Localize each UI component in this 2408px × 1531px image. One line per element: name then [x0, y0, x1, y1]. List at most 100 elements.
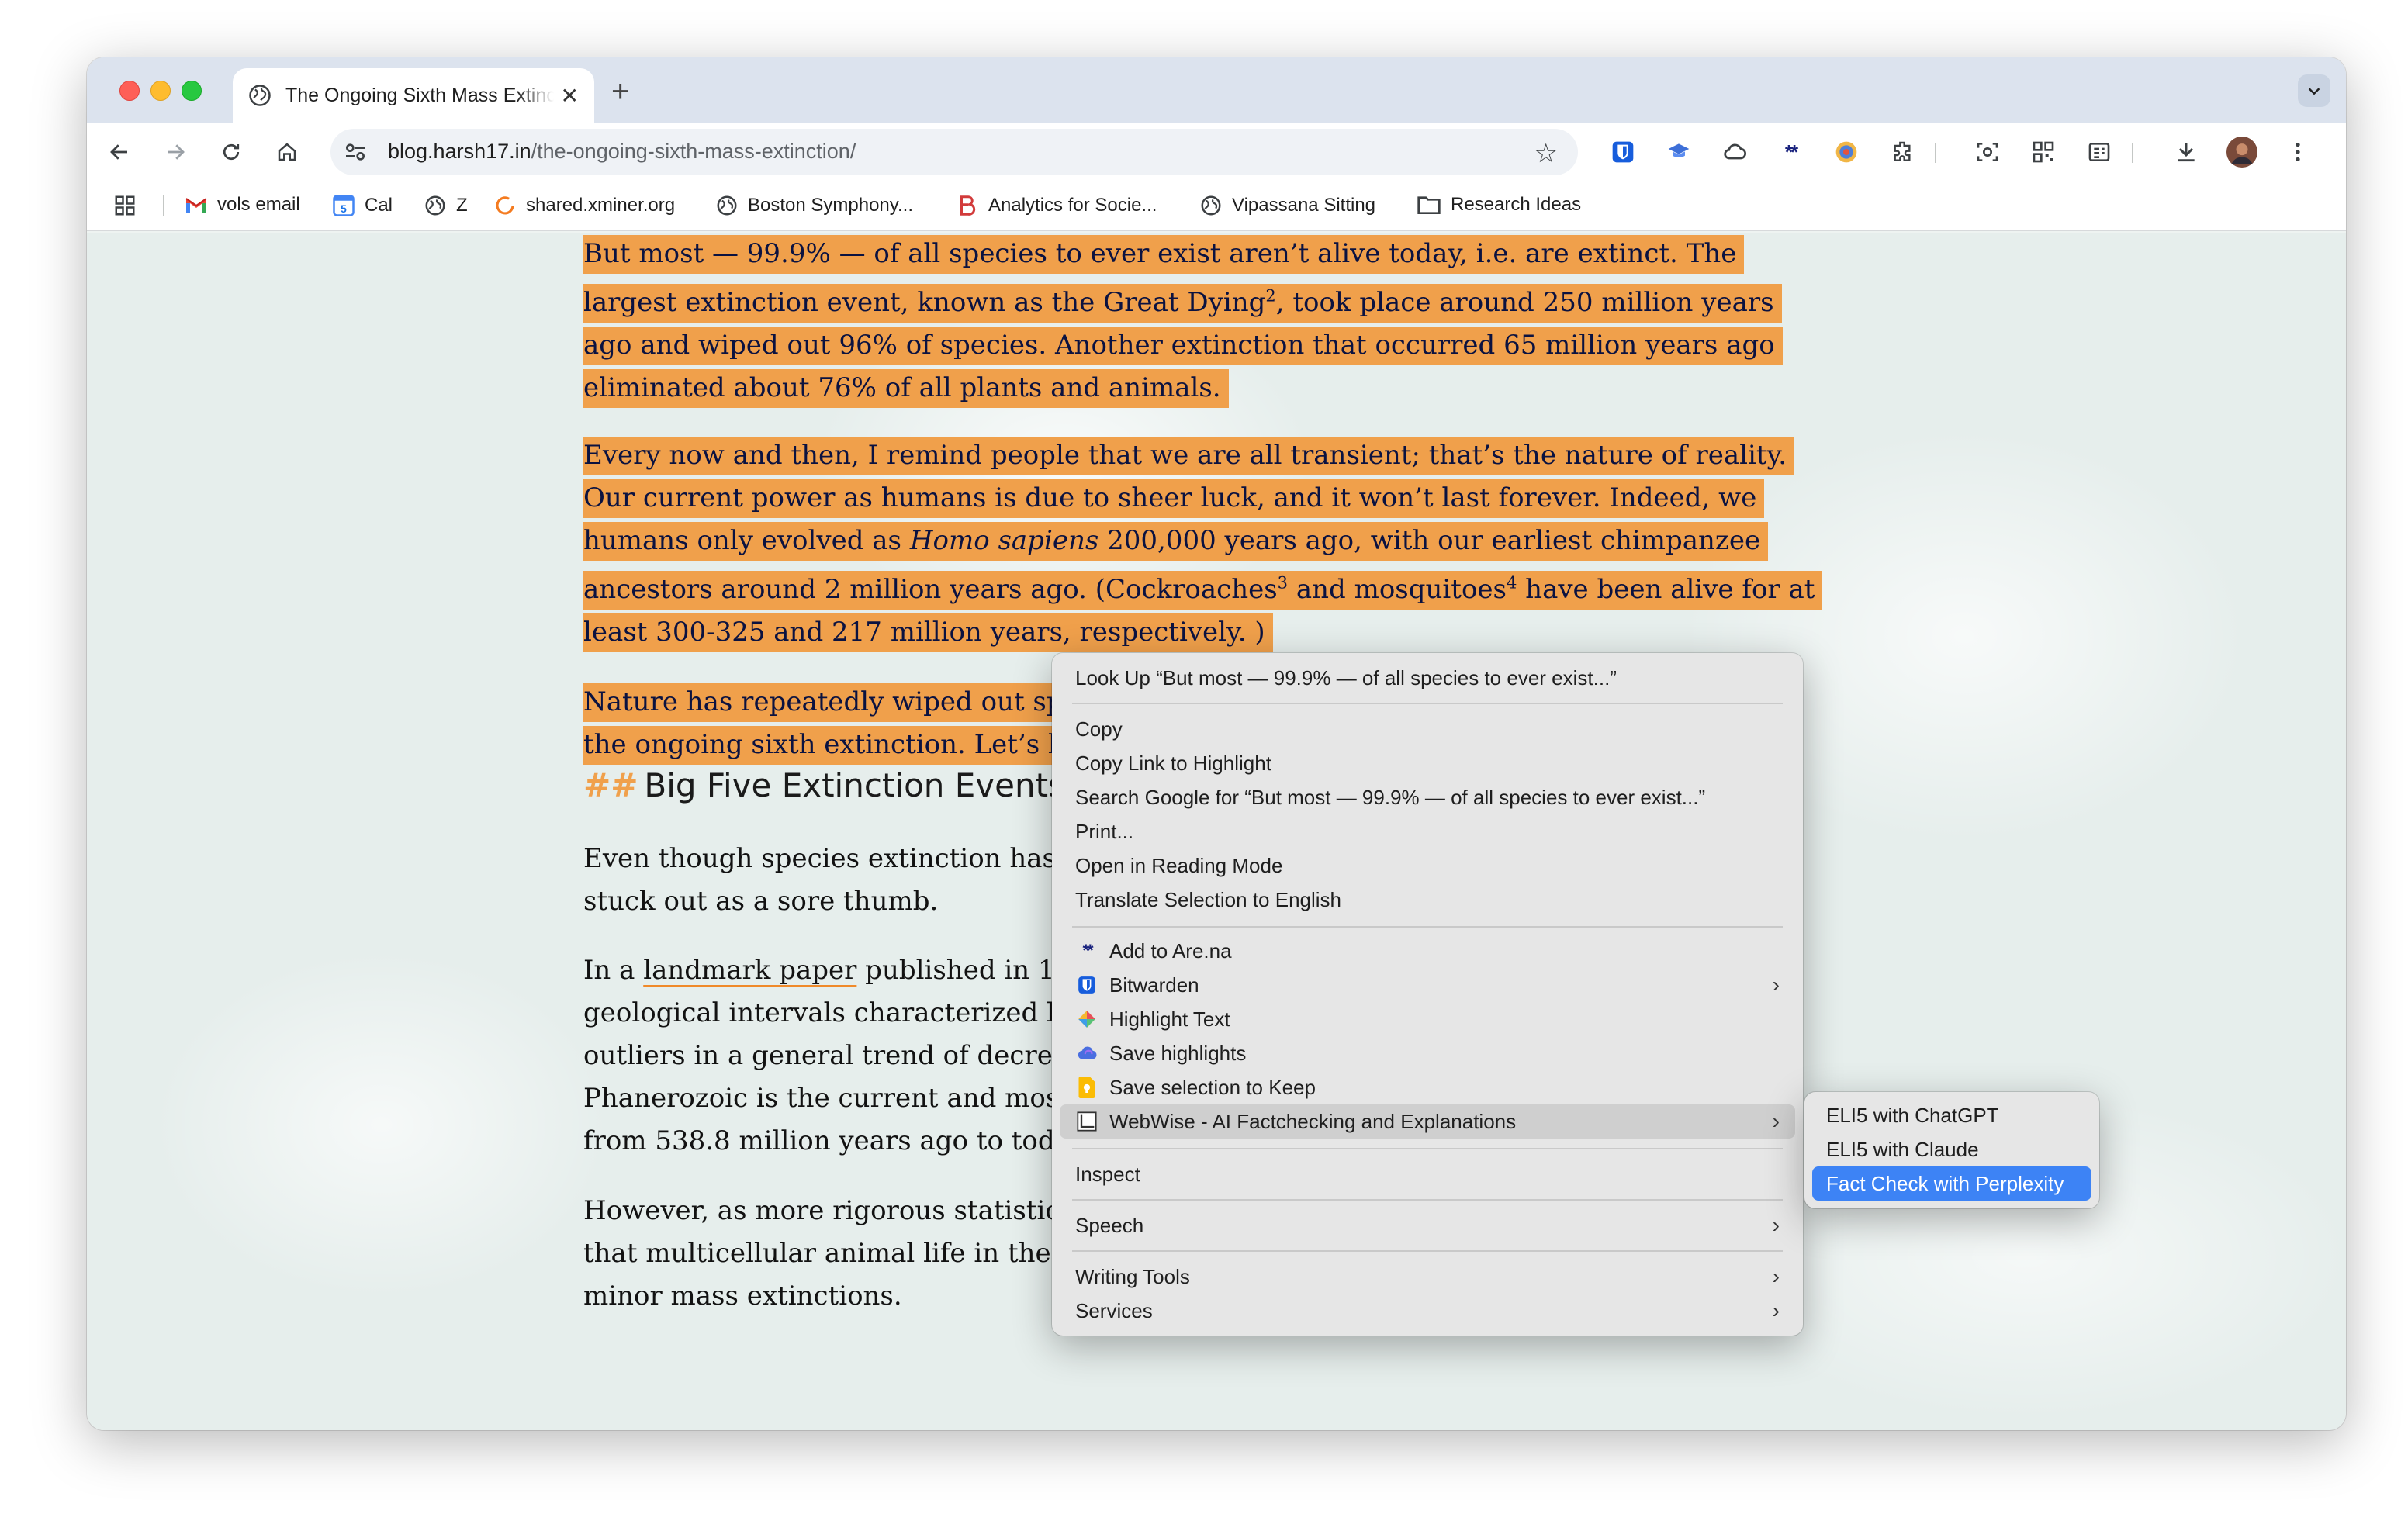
- back-button[interactable]: [101, 133, 138, 171]
- submenu-eli5-chatgpt[interactable]: ELI5 with ChatGPT: [1812, 1098, 2091, 1132]
- bookmarks-bar: vols email 5 Cal Z shared.xminer.org Bos…: [87, 181, 2346, 231]
- cloud-icon: [1075, 1042, 1098, 1065]
- address-bar[interactable]: blog.harsh17.in/the-ongoing-sixth-mass-e…: [330, 129, 1578, 175]
- menu-add-to-arena[interactable]: ** Add to Are.na: [1060, 934, 1795, 968]
- tab-close-icon[interactable]: ✕: [561, 83, 579, 109]
- menu-webwise[interactable]: WebWise - AI Factchecking and Explanatio…: [1060, 1104, 1795, 1139]
- tab-strip: The Ongoing Sixth Mass Extinction ✕ +: [87, 57, 2346, 123]
- qr-code-icon[interactable]: [2025, 133, 2062, 171]
- site-info-icon[interactable]: [343, 140, 368, 164]
- zoom-window-button[interactable]: [182, 81, 202, 101]
- bookmark-vipassana[interactable]: Vipassana Sitting: [1199, 194, 1375, 217]
- bookmark-label: Vipassana Sitting: [1232, 195, 1376, 216]
- selected-text: But most — 99.9% — of all species to eve…: [583, 235, 1783, 409]
- bookmark-label: Cal: [365, 195, 393, 216]
- paragraph-great-dying[interactable]: But most — 99.9% — of all species to eve…: [583, 233, 1825, 410]
- gmail-icon: [185, 195, 208, 214]
- menu-speech[interactable]: Speech ›: [1060, 1208, 1795, 1242]
- bookmark-vols-email[interactable]: vols email: [185, 194, 300, 216]
- globe-extension-icon[interactable]: [1828, 133, 1865, 171]
- menu-bitwarden[interactable]: Bitwarden ›: [1060, 968, 1795, 1002]
- chevron-right-icon: ›: [1772, 1264, 1780, 1288]
- cloud-extension-icon[interactable]: [1716, 133, 1753, 171]
- menu-save-to-keep[interactable]: Save selection to Keep: [1060, 1070, 1795, 1104]
- bookmark-label: vols email: [217, 194, 300, 215]
- menu-highlight-text[interactable]: Highlight Text: [1060, 1002, 1795, 1036]
- bookmark-cal[interactable]: 5 Cal: [332, 194, 393, 217]
- reading-list-icon[interactable]: [2081, 133, 2118, 171]
- menu-copy-link-to-highlight[interactable]: Copy Link to Highlight: [1060, 746, 1795, 780]
- bookmark-folder-research-ideas[interactable]: Research Ideas: [1417, 194, 1581, 216]
- footnote-ref-3[interactable]: 3: [1278, 574, 1288, 593]
- tab-active[interactable]: The Ongoing Sixth Mass Extinction ✕: [233, 68, 594, 123]
- calendar-icon: 5: [332, 194, 355, 217]
- menu-open-reading-mode[interactable]: Open in Reading Mode: [1060, 848, 1795, 883]
- bookmarks-divider: [163, 195, 164, 216]
- bookmark-label: Boston Symphony...: [748, 195, 913, 216]
- menu-look-up[interactable]: Look Up “But most — 99.9% — of all speci…: [1060, 661, 1795, 695]
- keep-icon: [1075, 1076, 1098, 1099]
- folder-icon: [1417, 194, 1441, 216]
- home-button[interactable]: [268, 133, 306, 171]
- url-path: /the-ongoing-sixth-mass-extinction/: [531, 140, 856, 163]
- spinner-icon: [493, 194, 517, 217]
- bitwarden-extension-icon[interactable]: [1604, 133, 1642, 171]
- context-menu: Look Up “But most — 99.9% — of all speci…: [1052, 653, 1803, 1336]
- section-heading: ## Big Five Extinction Events: [583, 766, 1065, 804]
- footnote-ref-2[interactable]: 2: [1265, 287, 1275, 306]
- menu-separator: [1072, 1148, 1783, 1149]
- profile-avatar[interactable]: [2223, 133, 2261, 171]
- svg-text:5: 5: [341, 203, 347, 215]
- graduation-cap-extension-icon[interactable]: [1660, 133, 1697, 171]
- arrow-right-icon: [168, 144, 185, 160]
- menu-services[interactable]: Services ›: [1060, 1294, 1795, 1328]
- menu-separator: [1072, 703, 1783, 704]
- footnote-ref-4[interactable]: 4: [1507, 574, 1517, 593]
- paragraph-transient[interactable]: Every now and then, I remind people that…: [583, 434, 1840, 654]
- minimize-window-button[interactable]: [150, 81, 171, 101]
- menu-writing-tools[interactable]: Writing Tools ›: [1060, 1260, 1795, 1294]
- globe-icon: [1199, 194, 1223, 217]
- kebab-menu-icon[interactable]: [2279, 133, 2316, 171]
- bookmark-z[interactable]: Z: [424, 194, 468, 217]
- globe-icon: [715, 194, 739, 217]
- menu-print[interactable]: Print...: [1060, 814, 1795, 848]
- download-icon[interactable]: [2168, 133, 2205, 171]
- b-logo-icon: [956, 194, 979, 217]
- screenshot-lens-icon[interactable]: [1969, 133, 2006, 171]
- menu-translate-selection[interactable]: Translate Selection to English: [1060, 883, 1795, 917]
- heading-hashes: ##: [583, 766, 638, 804]
- chevron-down-icon: [2308, 88, 2320, 95]
- bookmark-analytics[interactable]: Analytics for Socie...: [956, 194, 1157, 217]
- globe-icon: [424, 194, 447, 217]
- bookmark-star-icon[interactable]: ☆: [1534, 138, 1558, 169]
- reload-button[interactable]: [213, 133, 250, 171]
- submenu-fact-check-perplexity[interactable]: Fact Check with Perplexity: [1812, 1166, 2091, 1201]
- submenu-eli5-claude[interactable]: ELI5 with Claude: [1812, 1132, 2091, 1166]
- forward-button[interactable]: [157, 133, 194, 171]
- heading-text: Big Five Extinction Events: [644, 766, 1065, 804]
- chevron-right-icon: ›: [1772, 1298, 1780, 1322]
- puzzle-extensions-icon[interactable]: [1884, 133, 1921, 171]
- highlighter-icon: [1075, 1007, 1098, 1031]
- menu-separator: [1072, 1250, 1783, 1252]
- arena-icon: **: [1082, 941, 1093, 960]
- arena-extension-icon[interactable]: **: [1772, 133, 1809, 171]
- menu-save-highlights[interactable]: Save highlights: [1060, 1036, 1795, 1070]
- bookmark-boston-symphony[interactable]: Boston Symphony...: [715, 194, 913, 217]
- reload-icon: [223, 143, 240, 161]
- toolbar: blog.harsh17.in/the-ongoing-sixth-mass-e…: [87, 123, 2346, 181]
- menu-search-google[interactable]: Search Google for “But most — 99.9% — of…: [1060, 780, 1795, 814]
- tab-title: The Ongoing Sixth Mass Extinction: [285, 84, 554, 106]
- selected-text: Every now and then, I remind people that…: [583, 437, 1823, 653]
- close-window-button[interactable]: [119, 81, 140, 101]
- landmark-paper-link[interactable]: landmark paper: [643, 955, 856, 986]
- apps-grid-icon[interactable]: [113, 194, 137, 217]
- menu-inspect[interactable]: Inspect: [1060, 1157, 1795, 1191]
- menu-copy[interactable]: Copy: [1060, 712, 1795, 746]
- bookmark-label: Research Ideas: [1451, 194, 1582, 215]
- new-tab-button[interactable]: +: [611, 74, 629, 109]
- bookmark-shared-xminer[interactable]: shared.xminer.org: [493, 194, 675, 217]
- tab-search-button[interactable]: [2298, 74, 2330, 107]
- bookmark-label: shared.xminer.org: [526, 195, 676, 216]
